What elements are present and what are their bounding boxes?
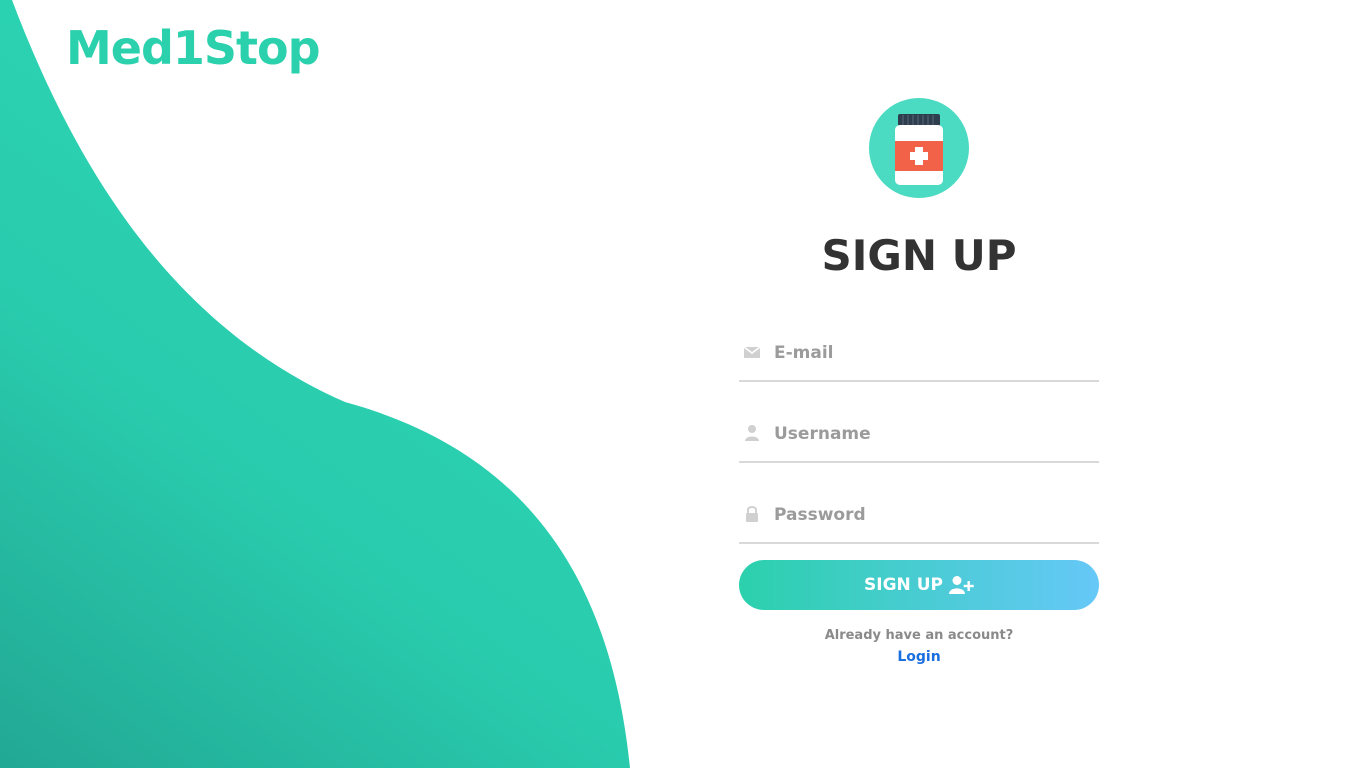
signup-button-label: SIGN UP: [864, 575, 943, 595]
page-title: SIGN UP: [821, 231, 1017, 280]
medicine-bottle-icon: [869, 98, 969, 198]
user-plus-icon: [948, 576, 974, 594]
signup-button[interactable]: SIGN UP: [739, 560, 1099, 610]
username-field-container: [739, 382, 1099, 463]
envelope-icon: [743, 346, 761, 358]
password-field-container: [739, 463, 1099, 544]
username-input[interactable]: [774, 419, 1084, 449]
login-link[interactable]: Login: [739, 645, 1099, 669]
user-icon: [745, 425, 759, 441]
decorative-wave: [0, 0, 630, 768]
email-input[interactable]: [774, 338, 1084, 368]
signup-page: Med1Stop SIGN UP E-mail Username SIGN UP…: [0, 0, 1366, 768]
brand-logo-text: Med1Stop: [66, 21, 321, 75]
already-account-text: Already have an account?: [824, 628, 1014, 643]
lock-icon: [746, 506, 758, 522]
signup-form: SIGN UP SIGN UP: [739, 98, 1099, 669]
password-input[interactable]: [774, 500, 1084, 530]
email-field-container: [739, 316, 1099, 382]
